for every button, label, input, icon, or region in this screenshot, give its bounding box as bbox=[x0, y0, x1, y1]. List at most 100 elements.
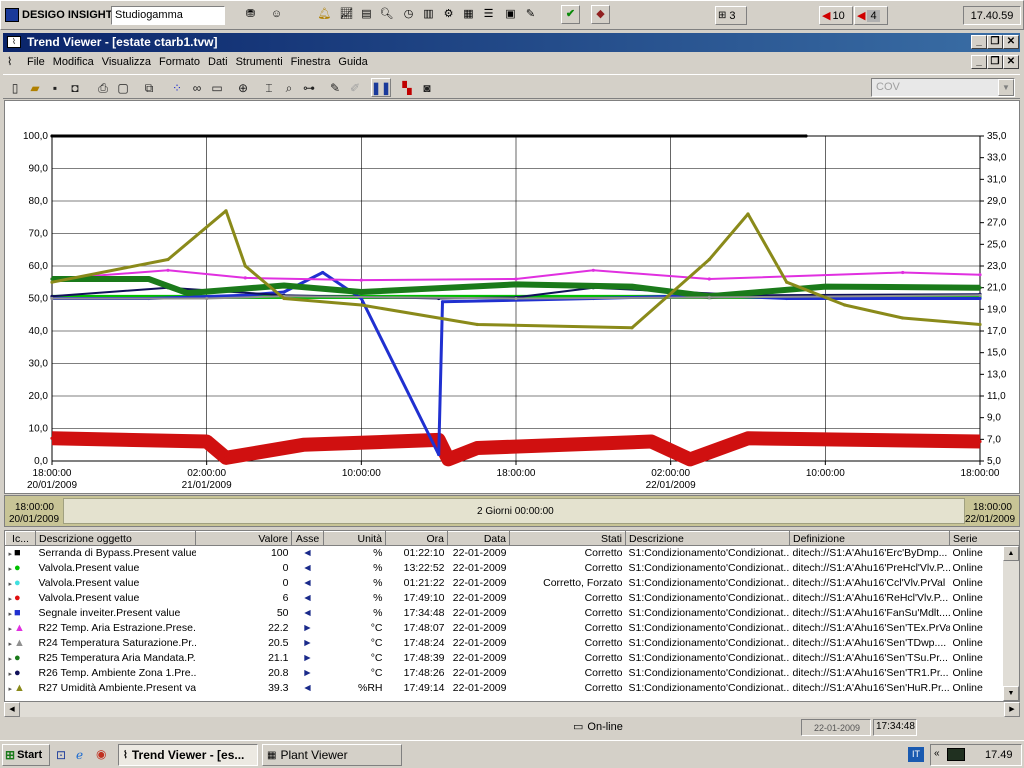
zoom-icon[interactable]: ⌕ bbox=[279, 78, 299, 97]
table-row[interactable]: ▸ ■ Serranda di Bypass.Present value 100 ◄% 0… bbox=[6, 546, 1020, 561]
task-trend-viewer[interactable]: ⌇ Trend Viewer - [es... bbox=[118, 744, 258, 766]
tray-monitor-icon[interactable] bbox=[947, 748, 965, 761]
scroll-down-arrow-icon[interactable]: ▼ bbox=[1003, 686, 1019, 701]
mdi-restore-button[interactable]: ❐ bbox=[987, 55, 1003, 69]
table-row[interactable]: ▸ ● R26 Temp. Ambiente Zona 1.Pre... 20.8 ► °… bbox=[6, 666, 1020, 681]
document-icon[interactable]: ▥ bbox=[419, 5, 438, 24]
search-icon[interactable]: 🔍︎ bbox=[377, 5, 396, 24]
close-button[interactable]: ✕ bbox=[1003, 35, 1019, 49]
scroll-left-arrow-icon[interactable]: ◀ bbox=[4, 702, 20, 717]
trend-chart[interactable]: 100,0 90,0 80,0 70,0 60,0 50,0 40,0 30,0 20,0 10,… bbox=[5, 101, 1021, 495]
col-header-states[interactable]: Stati bbox=[509, 531, 626, 546]
row-marker-icon: ▸ ● bbox=[8, 592, 21, 604]
menu-strumenti[interactable]: Strumenti bbox=[232, 56, 287, 68]
table-row[interactable]: ▸ ● Valvola.Present value 0 ◄% 13:22:52 22-01-… bbox=[6, 561, 1020, 576]
lock-icon[interactable]: ⊕ bbox=[233, 78, 253, 97]
minimize-button[interactable]: _ bbox=[971, 35, 987, 49]
range-bar[interactable]: 18:00:00 20/01/2009 2 Giorni 00:00:00 18… bbox=[4, 495, 1020, 527]
table-row[interactable]: ▸ ▲ R27 Umidità Ambiente.Present va... 39.3… bbox=[6, 681, 1020, 696]
mdi-close-button[interactable]: ✕ bbox=[1003, 55, 1019, 69]
folder-icon[interactable]: ▣ bbox=[501, 5, 520, 24]
row-definition: ditech://S1:A'Ahu16'Ccl'Vlv.PrVal bbox=[792, 577, 946, 589]
restore-button[interactable]: ❐ bbox=[987, 35, 1003, 49]
list-icon[interactable]: ☰ bbox=[479, 5, 498, 24]
table-row[interactable]: ▸ ▲ R22 Temp. Aria Estrazione.Prese... 22.2… bbox=[6, 621, 1020, 636]
col-header-description[interactable]: Descrizione oggetto bbox=[35, 531, 196, 546]
print-preview-icon[interactable]: ▢ bbox=[113, 78, 133, 97]
book-icon[interactable]: ▤ bbox=[357, 5, 376, 24]
cov-select[interactable]: COV ▼ bbox=[871, 78, 1015, 97]
settings-icon[interactable]: ⚙ bbox=[439, 5, 458, 24]
clock-icon[interactable]: ◷ bbox=[399, 5, 418, 24]
alarm-counter-2[interactable]: ◀ 4 bbox=[854, 6, 888, 25]
menu-formato[interactable]: Formato bbox=[155, 56, 204, 68]
table-row[interactable]: ▸ ■ Segnale inveiter.Present value 50 ◄% 17:3… bbox=[6, 606, 1020, 621]
window-icon[interactable]: ▭ bbox=[207, 78, 227, 97]
language-indicator[interactable]: IT bbox=[908, 747, 924, 762]
save-all-icon[interactable]: ◘ bbox=[65, 78, 85, 97]
edit-icon[interactable]: ✎ bbox=[325, 78, 345, 97]
glasses-icon[interactable]: ⊶ bbox=[299, 78, 319, 97]
manual-icon[interactable]: ◆ bbox=[591, 5, 610, 24]
alarm-icon[interactable]: ▚ bbox=[397, 78, 417, 97]
menu-file[interactable]: File bbox=[23, 56, 49, 68]
trend-icon[interactable]: 📈︎ bbox=[337, 5, 356, 24]
row-definition: ditech://S1:A'Ahu16'FanSu'Mdlt.... bbox=[792, 607, 950, 619]
quicklaunch-ie-icon[interactable]: ℯ bbox=[76, 748, 83, 762]
points-icon[interactable]: ⁘ bbox=[167, 78, 187, 97]
horizontal-scrollbar[interactable]: ◀ ▶ bbox=[4, 702, 1020, 717]
col-header-date[interactable]: Data bbox=[447, 531, 510, 546]
menu-finestra[interactable]: Finestra bbox=[287, 56, 335, 68]
col-header-serie[interactable]: Serie bbox=[949, 531, 1019, 546]
table-row[interactable]: ▸ ● R25 Temperatura Aria Mandata.P... 21.1 ►… bbox=[6, 651, 1020, 666]
table-row[interactable]: ▸ ▲ R24 Temperatura Saturazione.Pr... 20.5 ►… bbox=[6, 636, 1020, 651]
table-row[interactable]: ▸ ● Valvola.Present value 0 ◄% 01:21:22 22-01-… bbox=[6, 576, 1020, 591]
col-header-icon[interactable]: Ic... bbox=[5, 531, 36, 546]
print-icon[interactable]: ⎙ bbox=[93, 78, 113, 97]
quicklaunch-desktop-icon[interactable]: ⊡ bbox=[56, 748, 66, 762]
quicklaunch-media-icon[interactable]: ◉ bbox=[96, 747, 106, 761]
user-icon[interactable]: ☺ bbox=[267, 5, 286, 24]
col-header-descr[interactable]: Descrizione bbox=[625, 531, 790, 546]
col-header-definition[interactable]: Definizione bbox=[789, 531, 950, 546]
cursor-icon[interactable]: ⌶ bbox=[259, 78, 279, 97]
check-icon[interactable]: ✔ bbox=[561, 5, 580, 24]
camera-icon[interactable]: ◙ bbox=[417, 78, 437, 97]
binocular-icon[interactable]: ⛃ bbox=[241, 5, 260, 24]
tools-icon[interactable]: ✎ bbox=[521, 5, 540, 24]
row-value: 50 bbox=[276, 607, 289, 619]
highlight-icon[interactable]: ✐ bbox=[345, 78, 365, 97]
copy-icon[interactable]: ⧉ bbox=[139, 78, 159, 97]
tray-expand-icon[interactable]: « bbox=[934, 748, 940, 759]
grid-icon[interactable]: ▦ bbox=[459, 5, 478, 24]
menu-guida[interactable]: Guida bbox=[334, 56, 371, 68]
task-plant-viewer[interactable]: ▦ Plant Viewer bbox=[262, 744, 402, 766]
alarm-counter-1[interactable]: ◀ 10 bbox=[819, 6, 853, 25]
col-header-axis[interactable]: Asse bbox=[291, 531, 324, 546]
table-row[interactable]: ▸ ● Valvola.Present value 6 ◄% 17:49:10 22-01-… bbox=[6, 591, 1020, 606]
window-titlebar[interactable]: ⌇ Trend Viewer - [estate ctarb1.tvw] _ ❐… bbox=[3, 33, 1020, 52]
col-header-unit[interactable]: Unità bbox=[323, 531, 386, 546]
series-7-point bbox=[205, 296, 209, 301]
open-icon[interactable]: ▰ bbox=[25, 78, 45, 97]
new-icon[interactable]: ▯ bbox=[5, 78, 25, 97]
users-counter[interactable]: ⊞ 3 bbox=[715, 6, 747, 25]
menu-visualizza[interactable]: Visualizza bbox=[98, 56, 155, 68]
chevron-down-icon[interactable]: ▼ bbox=[998, 79, 1014, 96]
col-header-value[interactable]: Valore bbox=[195, 531, 292, 546]
grid-scrollbar[interactable]: ▲ ▼ bbox=[1003, 546, 1019, 701]
binoculars-icon[interactable]: ∞ bbox=[187, 78, 207, 97]
start-button[interactable]: ⊞ Start bbox=[2, 744, 50, 766]
scroll-up-arrow-icon[interactable]: ▲ bbox=[1003, 546, 1019, 561]
pause-icon[interactable]: ❚❚ bbox=[371, 78, 391, 97]
menu-dati[interactable]: Dati bbox=[204, 56, 232, 68]
scroll-right-arrow-icon[interactable]: ▶ bbox=[1004, 702, 1020, 717]
row-state: Corretto bbox=[584, 652, 623, 664]
site-field[interactable]: Studiogamma bbox=[111, 6, 225, 25]
menu-modifica[interactable]: Modifica bbox=[49, 56, 98, 68]
mdi-minimize-button[interactable]: _ bbox=[971, 55, 987, 69]
bell-icon[interactable]: 🔔︎ bbox=[315, 5, 334, 24]
row-axis-icon: ► bbox=[302, 622, 313, 634]
col-header-time[interactable]: Ora bbox=[385, 531, 448, 546]
save-icon[interactable]: ▪ bbox=[45, 78, 65, 97]
